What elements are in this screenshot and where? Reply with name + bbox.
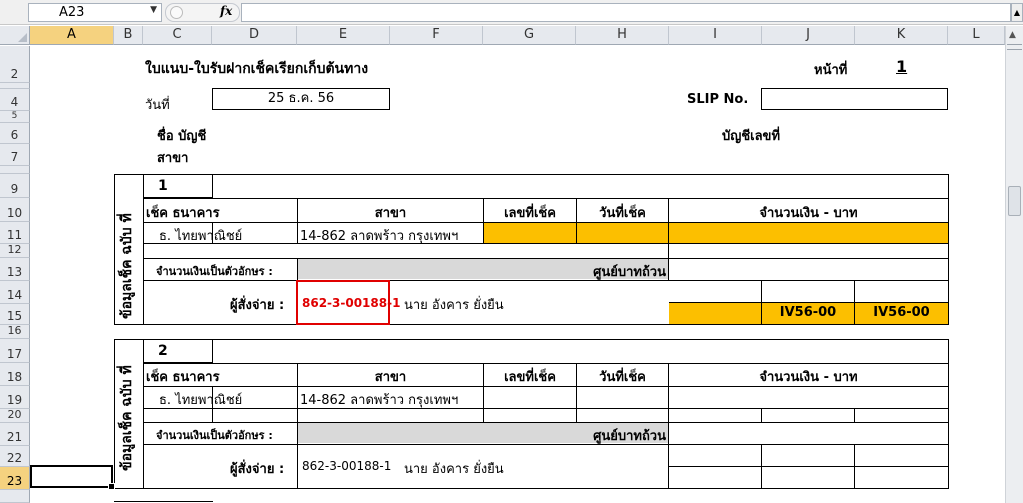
row-header-11[interactable]: 11 — [0, 222, 30, 244]
section-1-amount-text[interactable]: ศูนย์บาทถ้วน — [298, 261, 666, 282]
vertical-scrollbar[interactable]: ▲ — [1005, 26, 1023, 503]
name-box[interactable]: A23 ▼ — [28, 3, 162, 22]
column-header-c[interactable]: C — [143, 26, 212, 45]
section-1-branch[interactable]: 14-862 ลาดพร้าว กรุงเทพฯ — [300, 225, 458, 246]
insert-function-icon[interactable]: fx — [220, 4, 232, 18]
row-header-18[interactable]: 18 — [0, 363, 30, 386]
column-header-b[interactable]: B — [114, 26, 143, 45]
section-2-payer-label: ผู้สั่งจ่าย : — [230, 462, 285, 477]
section-1-highlight-row — [484, 223, 948, 243]
column-header-g[interactable]: G — [483, 26, 576, 45]
formula-bar: A23 ▼ fx ▲ — [0, 0, 1023, 25]
row-header-17[interactable]: 17 — [0, 339, 30, 363]
section-2-col-bank: เช็ค ธนาคาร — [146, 370, 220, 385]
row-header-5[interactable]: 5 — [0, 111, 30, 123]
select-all-corner[interactable] — [0, 26, 30, 45]
section-1-amount-text-label: จำนวนเงินเป็นตัวอักษร : — [156, 265, 273, 278]
section-2-branch[interactable]: 14-862 ลาดพร้าว กรุงเทพฯ — [300, 389, 458, 410]
row-header-12[interactable]: 12 — [0, 243, 30, 258]
row-header-6[interactable]: 6 — [0, 123, 30, 144]
section-1-col-bank: เช็ค ธนาคาร — [146, 206, 220, 221]
column-header-f[interactable]: F — [390, 26, 483, 45]
section-2-col-cheque-no: เลขที่เช็ค — [504, 370, 556, 385]
section-1-side-label: ข้อมูลเช็ค ฉบับ ที่ — [119, 213, 135, 319]
page-number: 1 — [896, 57, 908, 76]
date-label: วันที่ — [145, 98, 170, 113]
row-header-21[interactable]: 21 — [0, 423, 30, 446]
formula-input[interactable] — [241, 3, 1011, 22]
column-header-j[interactable]: J — [762, 26, 855, 45]
slip-field[interactable] — [761, 88, 948, 110]
resize-handle-icon[interactable] — [170, 6, 183, 19]
split-handle-icon[interactable] — [1007, 44, 1022, 50]
section-2-bank[interactable]: ธ. ไทยพาณิชย์ — [159, 389, 242, 410]
section-2-payer-account[interactable]: 862-3-00188-1 — [302, 459, 391, 473]
section-1-col-cheque-date: วันที่เช็ค — [599, 206, 646, 221]
section-2-side-label: ข้อมูลเช็ค ฉบับ ที่ — [119, 365, 135, 471]
section-1-code-2[interactable]: IV56-00 — [855, 305, 948, 320]
section-1-code-1[interactable]: IV56-00 — [762, 305, 854, 320]
row-header-10[interactable]: 10 — [0, 198, 30, 222]
chevron-down-icon[interactable]: ▼ — [150, 5, 157, 15]
section-1-col-amount: จำนวนเงิน - บาท — [759, 206, 858, 221]
column-header-l[interactable]: L — [948, 26, 1005, 45]
row-header-7[interactable]: 7 — [0, 144, 30, 166]
active-cell-a23[interactable] — [30, 465, 115, 490]
name-box-value: A23 — [59, 5, 85, 20]
column-header-e[interactable]: E — [297, 26, 390, 45]
section-1-col-cheque-no: เลขที่เช็ค — [504, 206, 556, 221]
scroll-up-icon[interactable]: ▲ — [1009, 30, 1016, 40]
column-header-h[interactable]: H — [576, 26, 669, 45]
section-2-amount-text-label: จำนวนเงินเป็นตัวอักษร : — [156, 429, 273, 442]
section-1-payer-name[interactable]: นาย อังคาร ยั่งยืน — [404, 294, 504, 315]
row-header-22[interactable]: 22 — [0, 446, 30, 467]
section-2-col-cheque-date: วันที่เช็ค — [599, 370, 646, 385]
account-number-label: บัญชีเลขที่ — [722, 129, 781, 144]
row-header-9[interactable]: 9 — [0, 174, 30, 198]
worksheet-grid[interactable]: ใบแนบ-ใบรับฝากเช็คเรียกเก็บต้นทาง หน้าที… — [30, 46, 1005, 503]
row-header-16[interactable]: 16 — [0, 324, 30, 339]
page-label: หน้าที่ — [814, 63, 848, 78]
row-header-4[interactable]: 4 — [0, 89, 30, 111]
row-header-23[interactable]: 23 — [0, 467, 30, 490]
section-1-payer-account: 862-3-00188-1 — [302, 296, 401, 310]
row-header-14[interactable]: 14 — [0, 281, 30, 304]
scrollbar-thumb[interactable] — [1008, 186, 1021, 216]
section-2-col-amount: จำนวนเงิน - บาท — [759, 370, 858, 385]
section-2-col-branch: สาขา — [374, 370, 407, 385]
row-header-19[interactable]: 19 — [0, 386, 30, 409]
row-header-20[interactable]: 20 — [0, 408, 30, 423]
expand-formula-bar-icon[interactable]: ▲ — [1011, 3, 1023, 22]
row-header-2[interactable]: 2 — [0, 46, 30, 83]
column-header-i[interactable]: I — [669, 26, 762, 45]
section-2-payer-name[interactable]: นาย อังคาร ยั่งยืน — [404, 458, 504, 479]
column-header-k[interactable]: K — [855, 26, 948, 45]
row-header-15[interactable]: 15 — [0, 304, 30, 325]
section-2-amount-text[interactable]: ศูนย์บาทถ้วน — [298, 425, 666, 446]
account-name-label: ชื่อ บัญชี — [157, 129, 207, 144]
row-header-24[interactable] — [0, 490, 30, 503]
section-1-payer-label: ผู้สั่งจ่าย : — [230, 298, 285, 313]
branch-label: สาขา — [157, 151, 189, 166]
section-1-bank[interactable]: ธ. ไทยพาณิชย์ — [159, 225, 242, 246]
slip-label: SLIP No. — [687, 92, 749, 107]
row-header-8[interactable] — [0, 166, 30, 174]
form-title: ใบแนบ-ใบรับฝากเช็คเรียกเก็บต้นทาง — [145, 61, 369, 77]
section-1-col-branch: สาขา — [374, 206, 407, 221]
date-field[interactable]: 25 ธ.ค. 56 — [212, 88, 390, 110]
row-header-13[interactable]: 13 — [0, 258, 30, 281]
column-header-d[interactable]: D — [212, 26, 297, 45]
column-header-a[interactable]: A — [30, 26, 114, 45]
formula-buttons: fx — [165, 3, 240, 22]
